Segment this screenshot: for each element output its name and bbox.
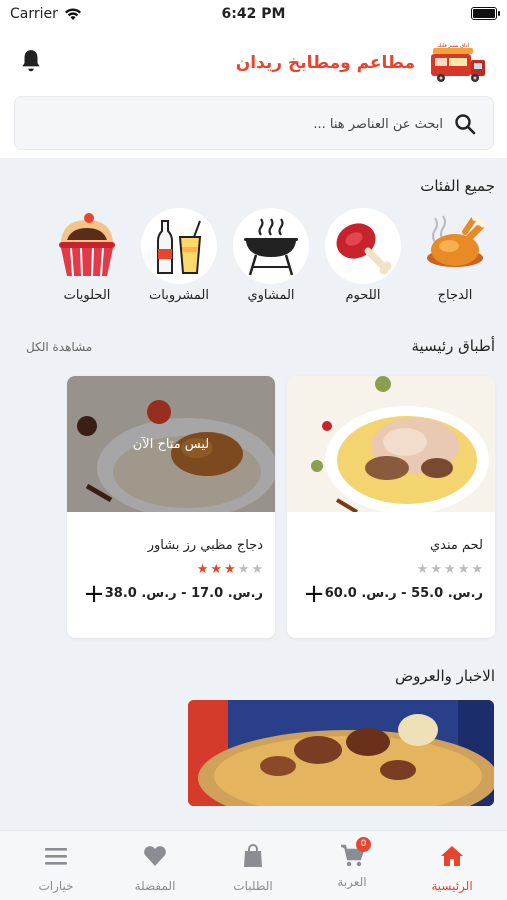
status-bar: Carrier 6:42 PM: [0, 0, 507, 28]
menu-icon: [45, 848, 67, 865]
star-icon: ★: [210, 562, 223, 577]
tab-label: خيارات: [38, 879, 74, 893]
notification-bell-icon[interactable]: [18, 48, 44, 74]
dish-card-chicken-rice[interactable]: ليس متاح الآن دجاج مظبي رز بشاور ★ ★ ★ ★…: [67, 376, 275, 638]
dish-name: دجاج مظبي رز بشاور: [147, 538, 263, 553]
unavailable-overlay: ليس متاح الآن: [67, 376, 275, 512]
star-icon: ★: [457, 562, 470, 577]
category-label: المشروبات: [149, 288, 209, 303]
star-icon: ★: [224, 562, 236, 577]
star-icon: ★: [416, 562, 429, 577]
category-desserts[interactable]: الحلويات: [47, 208, 127, 303]
category-drinks[interactable]: المشروبات: [139, 208, 219, 303]
star-icon: ★: [196, 562, 209, 577]
cart-icon: 0: [339, 837, 371, 869]
cupcake-icon: [49, 208, 125, 284]
carrier-label: Carrier: [10, 6, 58, 22]
category-label: المشاوي: [247, 288, 295, 303]
drinks-icon: [141, 208, 217, 284]
dish-card-mandi[interactable]: لحم مندي ★ ★ ★ ★ ★ ر.س. 55.0 - ر.س. 60.0…: [287, 376, 495, 638]
category-label: الحلويات: [63, 288, 111, 303]
logo-text: أذاق يسير فلبك: [437, 42, 470, 49]
tab-label: العربة: [337, 875, 367, 889]
grill-icon: [233, 208, 309, 284]
star-icon: ★: [237, 562, 250, 577]
shopping-bag-icon: [244, 844, 262, 867]
restaurant-title: مطاعم ومطابخ ريدان: [235, 53, 415, 73]
brand: مطاعم ومطابخ ريدان أذاق يسير فلبك: [236, 38, 491, 88]
tab-orders[interactable]: الطلبات: [203, 843, 303, 893]
wifi-icon: [64, 7, 81, 20]
carrier: Carrier: [10, 6, 82, 22]
add-to-cart-button[interactable]: +: [81, 581, 107, 608]
tab-label: الطلبات: [233, 879, 273, 893]
food-truck-logo: أذاق يسير فلبك: [431, 42, 485, 82]
search-bar[interactable]: [14, 96, 494, 151]
see-all-link[interactable]: مشاهدة الكل: [26, 340, 92, 354]
star-icon: ★: [430, 562, 443, 577]
rating-stars: ★ ★ ★ ★ ★: [197, 562, 263, 577]
tab-cart[interactable]: 0 العربة: [302, 837, 402, 889]
battery-icon: [471, 7, 500, 20]
search-input[interactable]: [63, 97, 443, 151]
meat-leg-icon: [325, 208, 401, 284]
cart-badge: 0: [356, 837, 371, 852]
rating-stars: ★ ★ ★ ★ ★: [417, 562, 483, 577]
tab-favorites[interactable]: المفضلة: [105, 843, 205, 893]
categories-title: جميع الفئات: [420, 177, 495, 195]
add-to-cart-button[interactable]: +: [301, 581, 327, 608]
dish-price: ر.س. 55.0 - ر.س. 60.0: [324, 586, 483, 601]
offer-banner[interactable]: [188, 700, 494, 806]
category-label: الدجاج: [437, 288, 473, 303]
dish-name: لحم مندي: [429, 538, 483, 553]
heart-icon: [144, 846, 166, 866]
category-chicken[interactable]: الدجاج: [415, 208, 495, 303]
main-dishes-title: أطباق رئيسية: [411, 337, 495, 355]
tab-label: الرئيسية: [431, 879, 473, 893]
tab-home[interactable]: الرئيسية: [402, 843, 502, 893]
star-icon: ★: [471, 562, 483, 577]
bottom-tab-bar: الرئيسية 0 العربة الطلبات المفضلة خيارات: [0, 830, 507, 900]
star-icon: ★: [444, 562, 456, 577]
home-icon: [441, 846, 463, 866]
roast-chicken-icon: [417, 208, 493, 284]
dish-photo-mandi: [287, 376, 495, 512]
app-header: مطاعم ومطابخ ريدان أذاق يسير فلبك: [0, 28, 507, 158]
categories-row: الدجاج اللحوم المشاوي المشروبات الحلويات: [0, 208, 507, 320]
offers-title: الاخبار والعروض: [395, 667, 495, 685]
dish-price: ر.س. 17.0 - ر.س. 38.0: [104, 586, 263, 601]
dish-photo-chicken-rice: ليس متاح الآن: [67, 376, 275, 512]
tab-label: المفضلة: [134, 879, 176, 893]
category-grill[interactable]: المشاوي: [231, 208, 311, 303]
category-label: اللحوم: [345, 288, 381, 303]
category-meat[interactable]: اللحوم: [323, 208, 403, 303]
search-icon[interactable]: [453, 112, 477, 136]
star-icon: ★: [251, 562, 263, 577]
tab-options[interactable]: خيارات: [6, 843, 106, 893]
